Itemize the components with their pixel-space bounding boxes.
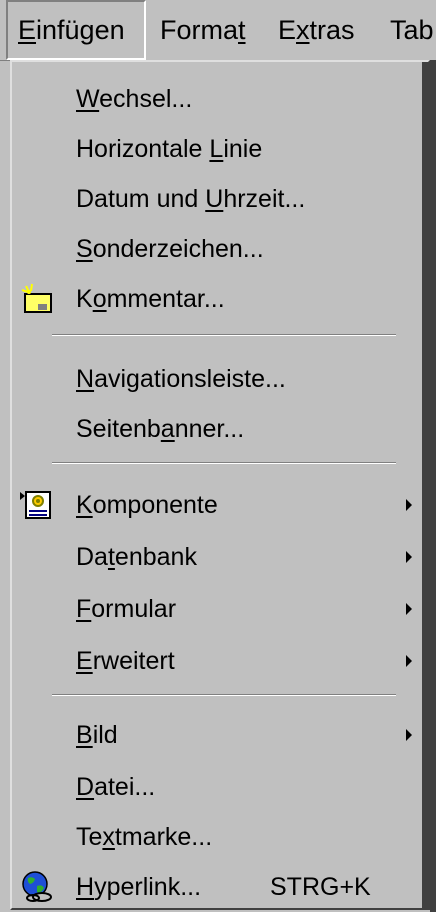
menu-item-textmarke[interactable]: Textmarke... (12, 812, 422, 862)
hyperlink-globe-icon (22, 871, 52, 902)
menu-shadow-edge (430, 60, 436, 912)
menu-item-label: Datei... (76, 772, 156, 801)
menu-item-label: Datenbank (76, 542, 197, 571)
menu-format-label: Format (160, 14, 246, 45)
menu-tab-label: Tab (390, 14, 434, 45)
menu-format[interactable]: Format (160, 0, 246, 60)
menu-item-label: Komponente (76, 490, 218, 519)
menu-item-label: Kommentar... (76, 284, 225, 313)
menu-item-label: Seitenbanner... (76, 414, 245, 443)
submenu-arrow-icon (406, 655, 412, 667)
menu-item-datum-und-uhrzeit[interactable]: Datum und Uhrzeit... (12, 174, 422, 224)
insert-dropdown-menu: Wechsel... Horizontale Linie Datum und U… (10, 60, 430, 910)
submenu-arrow-icon (406, 729, 412, 741)
menu-tab[interactable]: Tab (390, 0, 434, 60)
menu-item-formular[interactable]: Formular (12, 584, 422, 634)
menu-item-label: Navigationsleiste... (76, 364, 286, 393)
submenu-arrow-icon (406, 499, 412, 511)
comment-icon (21, 283, 52, 313)
menu-item-komponente[interactable]: Komponente (12, 480, 422, 530)
menu-separator (52, 334, 396, 336)
menu-item-label: Formular (76, 594, 177, 623)
menu-extras-label: Extras (278, 14, 355, 45)
menu-item-seitenbanner[interactable]: Seitenbanner... (12, 404, 422, 454)
menu-item-horizontale-linie[interactable]: Horizontale Linie (12, 124, 422, 174)
menu-item-shortcut: STRG+K (270, 872, 371, 901)
component-icon (20, 491, 51, 519)
menu-extras[interactable]: Extras (278, 0, 355, 60)
menu-item-hyperlink[interactable]: Hyperlink... STRG+K (12, 862, 422, 912)
menu-einfuegen-label: Einfügen (18, 14, 125, 45)
menu-item-datei[interactable]: Datei... (12, 762, 422, 812)
menu-item-label: Datum und Uhrzeit... (76, 184, 306, 213)
menu-item-erweitert[interactable]: Erweitert (12, 636, 422, 686)
menu-item-label: Wechsel... (76, 84, 193, 113)
menu-einfuegen[interactable]: Einfügen (6, 0, 146, 60)
menu-item-datenbank[interactable]: Datenbank (12, 532, 422, 582)
menu-item-label: Sonderzeichen... (76, 234, 264, 263)
menu-item-navigationsleiste[interactable]: Navigationsleiste... (12, 354, 422, 404)
menu-item-kommentar[interactable]: Kommentar... (12, 274, 422, 324)
menu-item-label: Hyperlink... (76, 872, 202, 901)
menu-separator (52, 462, 396, 464)
submenu-arrow-icon (406, 551, 412, 563)
menu-bar: Einfügen Format Extras Tab (0, 0, 436, 61)
menu-item-label: Erweitert (76, 646, 175, 675)
menu-item-label: Horizontale Linie (76, 134, 263, 163)
submenu-arrow-icon (406, 603, 412, 615)
menu-item-bild[interactable]: Bild (12, 710, 422, 760)
menu-item-wechsel[interactable]: Wechsel... (12, 74, 422, 124)
menu-item-sonderzeichen[interactable]: Sonderzeichen... (12, 224, 422, 274)
menu-item-label: Textmarke... (76, 822, 213, 851)
menu-separator (52, 694, 396, 696)
menu-item-label: Bild (76, 720, 118, 749)
